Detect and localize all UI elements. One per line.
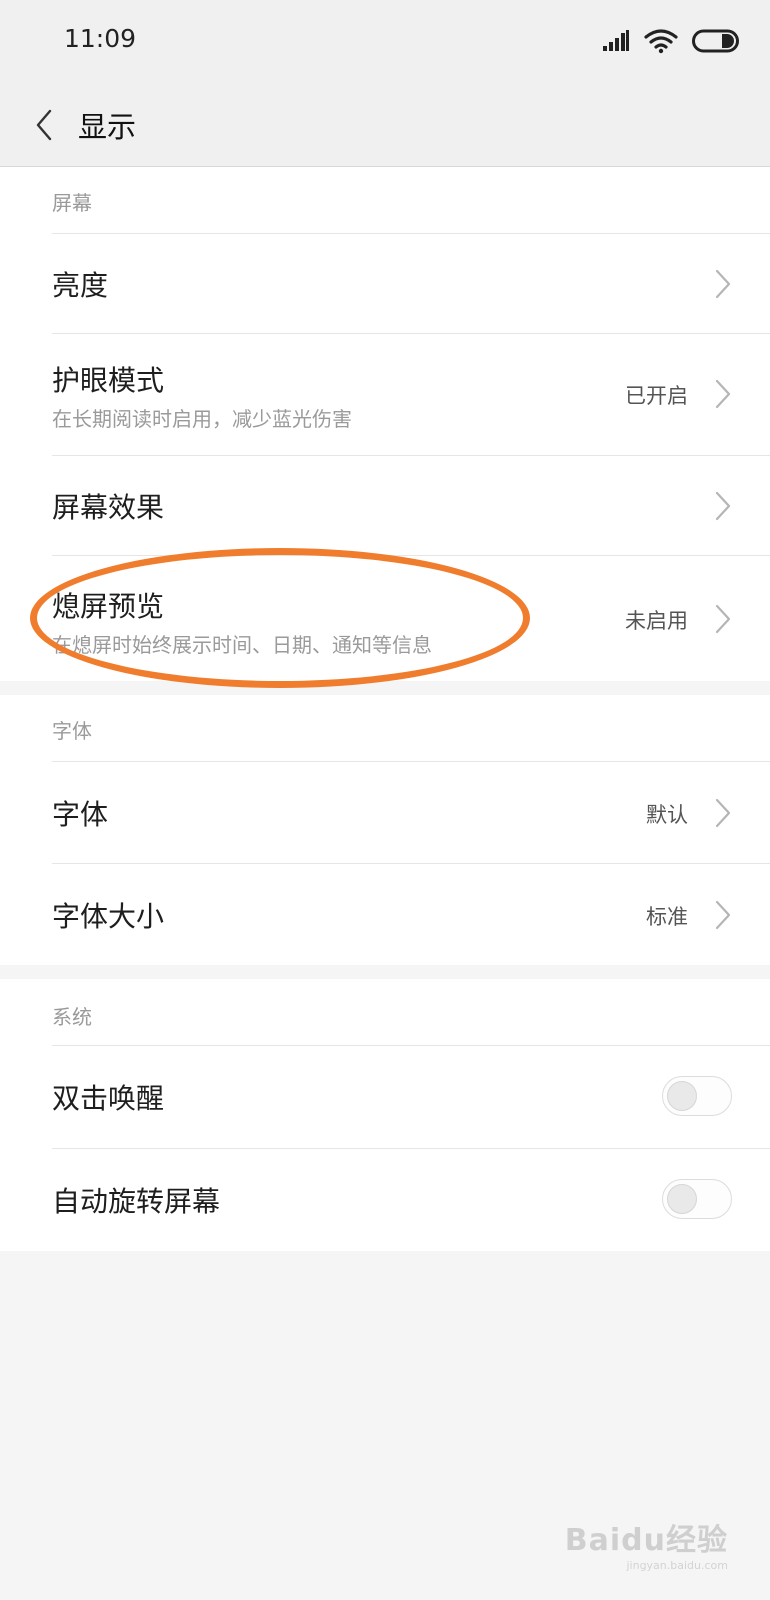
row-subtitle: 在熄屏时始终展示时间、日期、通知等信息 (52, 633, 432, 657)
status-icons (602, 28, 740, 54)
row-ambient-display[interactable]: 熄屏预览 在熄屏时始终展示时间、日期、通知等信息 未启用 (0, 555, 770, 681)
row-font-size[interactable]: 字体大小 标准 (0, 863, 770, 965)
row-title: 自动旋转屏幕 (52, 1185, 221, 1218)
section-header-font: 字体 (52, 719, 92, 743)
signal-icon (603, 30, 629, 51)
row-brightness[interactable]: 亮度 (0, 233, 770, 333)
watermark-text: Baidu经验 (564, 1523, 728, 1558)
row-auto-rotate: 自动旋转屏幕 (0, 1148, 770, 1251)
toggle-knob (667, 1184, 697, 1214)
auto-rotate-toggle[interactable] (662, 1179, 732, 1219)
divider (52, 1045, 770, 1046)
section-system: 系统 双击唤醒 自动旋转屏幕 (0, 979, 770, 1251)
row-subtitle: 在长期阅读时启用，减少蓝光伤害 (52, 407, 352, 431)
row-title: 护眼模式 (52, 364, 165, 397)
divider (52, 233, 770, 234)
divider (52, 761, 770, 762)
section-gap (0, 965, 770, 979)
section-screen: 屏幕 亮度 护眼模式 在长期阅读时启用，减少蓝光伤害 已开启 屏幕效果 熄屏预览… (0, 167, 770, 681)
status-time: 11:09 (64, 24, 137, 53)
status-bar: 11:09 (0, 0, 770, 84)
section-font: 字体 字体 默认 字体大小 标准 (0, 695, 770, 965)
row-value: 默认 (646, 803, 688, 827)
chevron-right-icon (715, 604, 731, 634)
divider (52, 863, 770, 864)
section-header-system: 系统 (52, 1005, 92, 1029)
chevron-right-icon (715, 900, 731, 930)
watermark: Baidu经验 jingyan.baidu.com (565, 1515, 728, 1572)
title-bar: 显示 (0, 84, 770, 167)
back-button[interactable] (24, 102, 64, 148)
toggle-knob (667, 1081, 697, 1111)
chevron-right-icon (715, 491, 731, 521)
divider (52, 333, 770, 334)
chevron-right-icon (715, 269, 731, 299)
chevron-left-icon (36, 109, 52, 141)
row-title: 双击唤醒 (52, 1082, 165, 1115)
section-header-screen: 屏幕 (52, 191, 92, 215)
wifi-icon (644, 29, 678, 54)
double-tap-wake-toggle[interactable] (662, 1076, 732, 1116)
divider (52, 555, 770, 556)
row-title: 熄屏预览 (52, 590, 165, 623)
watermark-subtext: jingyan.baidu.com (626, 1559, 728, 1572)
chevron-right-icon (715, 379, 731, 409)
row-title: 屏幕效果 (52, 491, 165, 524)
chevron-right-icon (715, 798, 731, 828)
row-title: 字体大小 (52, 900, 165, 933)
row-font[interactable]: 字体 默认 (0, 761, 770, 863)
battery-icon (692, 29, 739, 53)
row-title: 亮度 (52, 269, 109, 302)
row-screen-effect[interactable]: 屏幕效果 (0, 455, 770, 555)
row-double-tap-wake: 双击唤醒 (0, 1045, 770, 1148)
row-eye-care-mode[interactable]: 护眼模式 在长期阅读时启用，减少蓝光伤害 已开启 (0, 333, 770, 455)
row-value: 标准 (646, 905, 688, 929)
section-gap (0, 681, 770, 695)
row-title: 字体 (52, 798, 109, 831)
divider (52, 1148, 770, 1149)
row-value: 已开启 (625, 384, 688, 408)
divider (52, 455, 770, 456)
row-value: 未启用 (625, 609, 688, 633)
page-title: 显示 (78, 110, 137, 144)
